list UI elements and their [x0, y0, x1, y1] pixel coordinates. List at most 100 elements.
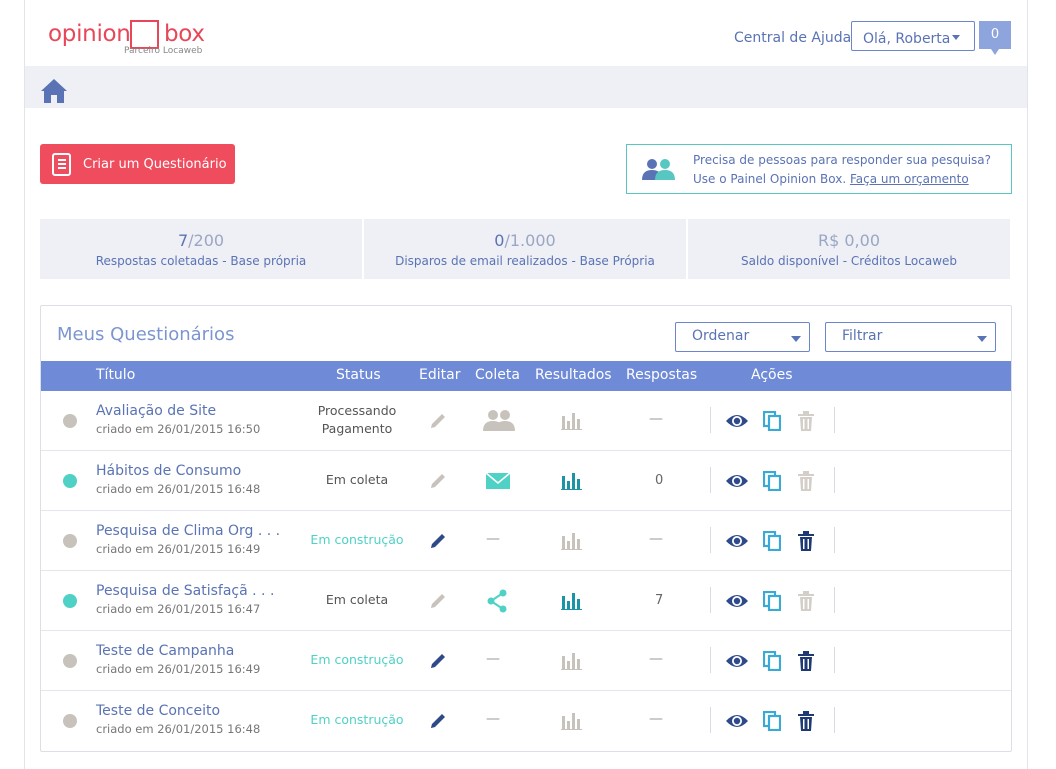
notifications-count: 0: [990, 27, 1000, 42]
panel-title: Meus Questionários: [57, 324, 235, 345]
table-header: Título Status Editar Coleta Resultados R…: [41, 361, 1011, 391]
home-icon[interactable]: [40, 78, 68, 104]
view-eye-icon[interactable]: [725, 413, 749, 433]
caret-down-icon: [952, 35, 960, 40]
share-icon[interactable]: [486, 589, 508, 617]
status-line1: Em coleta: [325, 592, 389, 607]
delete-trash-icon: [797, 591, 815, 615]
help-center-link[interactable]: Central de Ajuda: [734, 30, 851, 46]
actions-divider: [710, 527, 711, 553]
view-eye-icon[interactable]: [725, 533, 749, 553]
panel-promo-box: Precisa de pessoas para responder sua pe…: [626, 144, 1012, 194]
results-chart-icon[interactable]: [561, 592, 583, 614]
status-line2: Pagamento: [321, 421, 393, 436]
delete-trash-icon[interactable]: [797, 531, 815, 555]
status-dot: [63, 654, 77, 668]
created-date: criado em 26/01/2015 16:48: [96, 722, 261, 736]
logo[interactable]: opinion box Parceiro Locaweb: [48, 10, 218, 60]
actions-divider: [834, 467, 835, 493]
table-row: Teste de Conceito criado em 26/01/2015 1…: [41, 691, 1011, 751]
results-chart-icon: [561, 412, 583, 434]
questionnaire-title-link[interactable]: Pesquisa de Clima Org . . .: [96, 523, 280, 539]
actions-divider: [834, 407, 835, 433]
created-date: criado em 26/01/2015 16:50: [96, 422, 261, 436]
view-eye-icon[interactable]: [725, 593, 749, 613]
people-icon: [482, 409, 516, 435]
create-questionnaire-label: Criar um Questionário: [83, 156, 227, 172]
responses-count: 0: [655, 473, 664, 488]
stat-value: 0: [494, 231, 505, 250]
duplicate-icon[interactable]: [762, 650, 782, 675]
logo-word-box: box: [164, 21, 205, 47]
status-text: Processando Pagamento: [297, 402, 417, 438]
stat-label: Disparos de email realizados - Base Próp…: [395, 254, 655, 268]
document-icon: [52, 153, 71, 176]
sort-select-label: Ordenar: [692, 328, 750, 344]
collect-empty: —: [486, 651, 500, 667]
duplicate-icon[interactable]: [762, 470, 782, 495]
chevron-down-icon: [977, 336, 987, 342]
created-date: criado em 26/01/2015 16:49: [96, 542, 261, 556]
user-menu-label: Olá, Roberta: [863, 30, 951, 47]
col-results: Resultados: [535, 367, 612, 383]
table-row: Pesquisa de Satisfaçã . . . criado em 26…: [41, 571, 1011, 631]
questionnaire-title-link[interactable]: Pesquisa de Satisfaçã . . .: [96, 583, 274, 599]
people-icon: [642, 159, 675, 180]
status-line1: Processando: [317, 403, 397, 418]
duplicate-icon[interactable]: [762, 590, 782, 615]
user-menu-dropdown[interactable]: Olá, Roberta: [851, 21, 975, 51]
create-questionnaire-button[interactable]: Criar um Questionário: [40, 144, 235, 184]
stat-balance: R$ 0,00 Saldo disponível - Créditos Loca…: [688, 219, 1010, 279]
table-row: Hábitos de Consumo criado em 26/01/2015 …: [41, 451, 1011, 511]
duplicate-icon[interactable]: [762, 530, 782, 555]
breadcrumb: [25, 66, 1027, 108]
questionnaire-title-link[interactable]: Teste de Conceito: [96, 703, 220, 719]
filter-select[interactable]: Filtrar: [825, 322, 996, 352]
col-collect: Coleta: [475, 367, 520, 383]
created-date: criado em 26/01/2015 16:48: [96, 482, 261, 496]
view-eye-icon[interactable]: [725, 473, 749, 493]
questionnaire-title-link[interactable]: Teste de Campanha: [96, 643, 234, 659]
col-responses[interactable]: Respostas: [626, 367, 697, 383]
edit-pencil-icon[interactable]: [428, 531, 448, 555]
actions-divider: [834, 587, 835, 613]
actions-divider: [710, 407, 711, 433]
actions-divider: [834, 647, 835, 673]
delete-trash-icon[interactable]: [797, 651, 815, 675]
chevron-down-icon: [791, 336, 801, 342]
duplicate-icon[interactable]: [762, 410, 782, 435]
edit-pencil-icon: [428, 471, 448, 495]
responses-count: —: [649, 711, 663, 727]
questionnaire-title-link[interactable]: Avaliação de Site: [96, 403, 216, 419]
responses-count: —: [649, 651, 663, 667]
view-eye-icon[interactable]: [725, 713, 749, 733]
status-line1: Em coleta: [325, 472, 389, 487]
questionnaire-title-link[interactable]: Hábitos de Consumo: [96, 463, 241, 479]
status-text: Em construção: [297, 711, 417, 729]
notifications-badge[interactable]: 0: [979, 21, 1011, 55]
mail-icon[interactable]: [485, 472, 511, 494]
delete-trash-icon: [797, 471, 815, 495]
duplicate-icon[interactable]: [762, 710, 782, 735]
request-quote-link[interactable]: Faça um orçamento: [850, 172, 969, 186]
actions-divider: [834, 527, 835, 553]
status-line1: Em construção: [310, 532, 404, 547]
actions-divider: [710, 587, 711, 613]
col-status[interactable]: Status: [336, 367, 381, 383]
edit-pencil-icon[interactable]: [428, 711, 448, 735]
edit-pencil-icon[interactable]: [428, 651, 448, 675]
delete-trash-icon: [797, 411, 815, 435]
stat-value: R$ 0,00: [817, 231, 880, 250]
status-dot: [63, 414, 77, 428]
col-title[interactable]: Título: [96, 367, 135, 383]
sort-select[interactable]: Ordenar: [675, 322, 810, 352]
view-eye-icon[interactable]: [725, 653, 749, 673]
stat-total: /200: [188, 231, 225, 250]
actions-divider: [710, 707, 711, 733]
table-body: Avaliação de Site criado em 26/01/2015 1…: [41, 391, 1011, 751]
status-dot: [63, 594, 77, 608]
filter-select-label: Filtrar: [842, 328, 883, 344]
status-text: Em construção: [297, 651, 417, 669]
results-chart-icon[interactable]: [561, 472, 583, 494]
delete-trash-icon[interactable]: [797, 711, 815, 735]
